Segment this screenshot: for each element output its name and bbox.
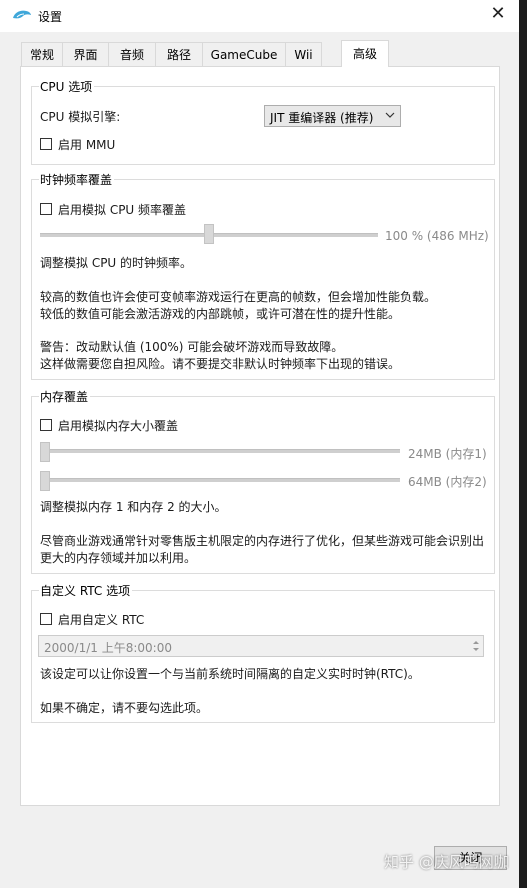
enable-custom-rtc-label: 启用自定义 RTC [58,613,145,627]
rtc-datetime-value: 2000/1/1 上午8:00:00 [44,641,172,655]
clock-desc-3: 较低的数值可能会激活游戏的内部跳帧，或许可潜在性的提升性能。 [40,307,401,321]
tab-general[interactable]: 常规 [21,42,63,66]
mem2-value: 64MB (内存2) [408,475,487,489]
chevron-down-icon [385,112,395,118]
close-window-icon[interactable]: ✕ [489,5,507,23]
clock-desc-1: 调整模拟 CPU 的时钟频率。 [40,256,193,270]
tab-advanced[interactable]: 高级 [341,40,389,67]
memory-desc-1: 调整模拟内存 1 和内存 2 的大小。 [40,500,227,514]
enable-memory-override-checkbox[interactable] [40,419,52,431]
enable-cpu-clock-override-checkbox[interactable] [40,203,52,215]
clock-desc-2: 较高的数值也许会使可变帧率游戏运行在更高的帧数，但会增加性能负载。 [40,290,437,304]
cpu-options-title: CPU 选项 [39,78,95,95]
enable-cpu-clock-override-label: 启用模拟 CPU 频率覆盖 [58,203,187,217]
watermark-text: 知乎 @庆风鸣网咖 [384,853,509,871]
tab-interface[interactable]: 界面 [62,42,109,66]
mem1-value: 24MB (内存1) [408,447,487,461]
cpu-engine-select[interactable]: JIT 重编译器 (推荐) [264,105,401,127]
rtc-desc-2: 如果不确定，请不要勾选此项。 [40,701,209,715]
background-strip [519,0,527,888]
tab-wii[interactable]: Wii [285,42,322,66]
rtc-desc-1: 该设定可以让你设置一个与当前系统时间隔离的自定义实时时钟(RTC)。 [40,667,420,681]
settings-window: 设置 ✕ 常规 界面 音频 路径 GameCube Wii 高级 CPU 选项 … [0,0,520,888]
cpu-options-group [31,86,495,165]
tab-gamecube[interactable]: GameCube [202,42,286,66]
spinner-arrows-icon[interactable] [471,638,481,654]
clock-desc-4: 警告：改动默认值 (100%) 可能会破坏游戏而导致故障。 [40,340,344,354]
window-title: 设置 [38,10,63,24]
mem1-slider-track[interactable] [40,449,400,453]
mem2-slider-track[interactable] [40,478,400,482]
mem1-slider-thumb[interactable] [40,442,50,462]
title-bar[interactable]: 设置 ✕ [0,0,519,32]
mem2-slider-thumb[interactable] [40,471,50,491]
rtc-options-title: 自定义 RTC 选项 [39,582,133,599]
rtc-datetime-input[interactable]: 2000/1/1 上午8:00:00 [38,635,484,657]
dolphin-app-icon [13,10,31,19]
cpu-engine-value: JIT 重编译器 (推荐) [270,111,374,125]
enable-custom-rtc-checkbox[interactable] [40,613,52,625]
clock-override-title: 时钟频率覆盖 [39,171,115,188]
cpu-clock-value: 100 % (486 MHz) [385,229,489,243]
enable-mmu-label: 启用 MMU [58,138,116,152]
cpu-clock-slider-thumb[interactable] [204,224,214,244]
memory-override-title: 内存覆盖 [39,388,91,405]
cpu-engine-label: CPU 模拟引擎: [40,110,121,124]
enable-mmu-checkbox[interactable] [40,138,52,150]
memory-desc-2: 尽管商业游戏通常针对零售版主机限定的内存进行了优化，但某些游戏可能会识别出 [40,534,485,548]
enable-memory-override-label: 启用模拟内存大小覆盖 [58,419,179,433]
clock-desc-5: 这样做需要您自担风险。请不要提交非默认时钟频率下出现的错误。 [40,357,401,371]
tab-paths[interactable]: 路径 [155,42,203,66]
tab-audio[interactable]: 音频 [108,42,156,66]
memory-desc-3: 更大的内存领域并加以利用。 [40,551,197,565]
